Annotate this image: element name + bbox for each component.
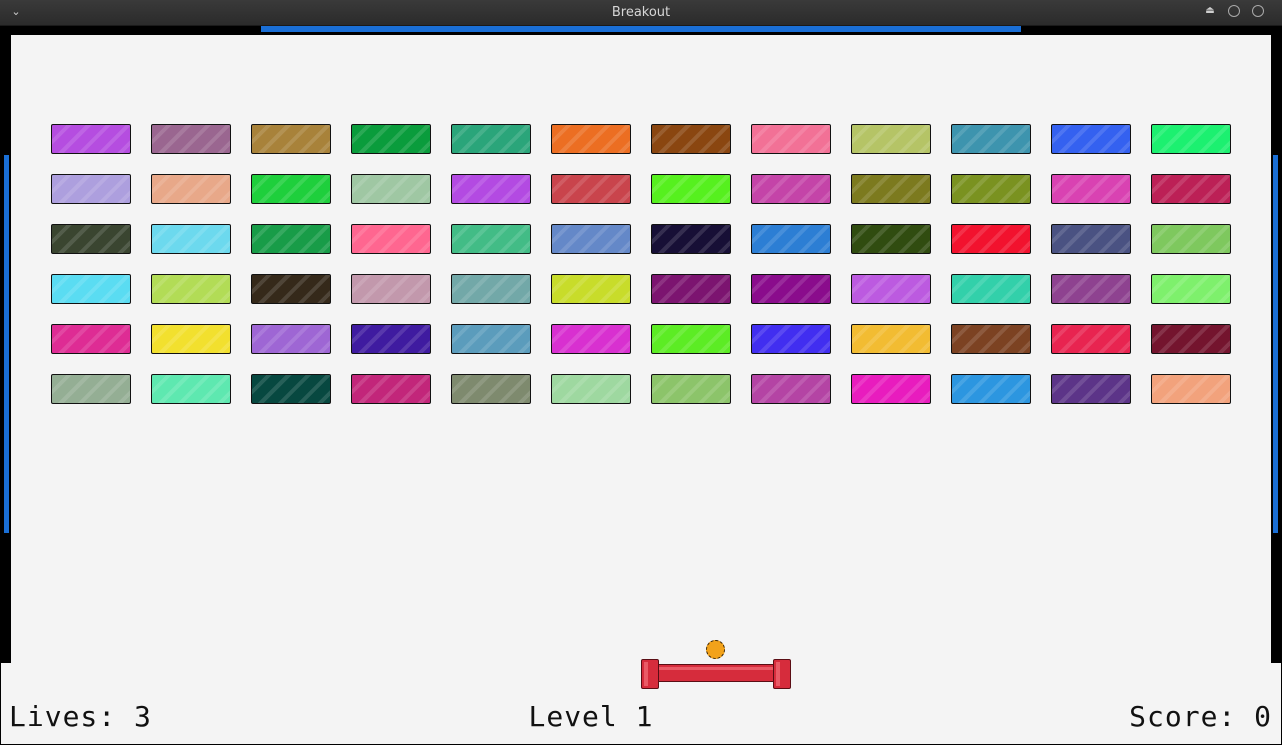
brick bbox=[1051, 374, 1131, 404]
eject-icon[interactable]: ⏏ bbox=[1204, 5, 1216, 17]
paddle-bar bbox=[655, 664, 777, 682]
brick bbox=[751, 224, 831, 254]
brick bbox=[351, 324, 431, 354]
brick bbox=[651, 124, 731, 154]
brick bbox=[851, 124, 931, 154]
brick bbox=[951, 274, 1031, 304]
brick bbox=[951, 374, 1031, 404]
brick bbox=[251, 124, 331, 154]
brick bbox=[51, 174, 131, 204]
brick bbox=[451, 324, 531, 354]
brick bbox=[451, 174, 531, 204]
brick bbox=[1051, 124, 1131, 154]
brick bbox=[51, 274, 131, 304]
brick bbox=[1051, 274, 1131, 304]
brick bbox=[351, 374, 431, 404]
brick bbox=[1151, 324, 1231, 354]
brick bbox=[851, 374, 931, 404]
left-accent-bar bbox=[4, 155, 9, 533]
top-accent-bar bbox=[261, 26, 1021, 32]
brick bbox=[51, 374, 131, 404]
brick bbox=[1051, 174, 1131, 204]
brick bbox=[151, 124, 231, 154]
right-accent-bar bbox=[1273, 155, 1278, 533]
brick bbox=[651, 274, 731, 304]
brick bbox=[751, 124, 831, 154]
window-title: Breakout bbox=[611, 5, 671, 20]
brick bbox=[51, 324, 131, 354]
brick bbox=[351, 124, 431, 154]
brick bbox=[251, 224, 331, 254]
maximize-icon[interactable] bbox=[1252, 5, 1264, 17]
brick bbox=[851, 224, 931, 254]
brick bbox=[851, 324, 931, 354]
brick bbox=[451, 374, 531, 404]
brick bbox=[651, 324, 731, 354]
ball bbox=[706, 640, 725, 659]
brick bbox=[351, 274, 431, 304]
level-indicator: Level 1 bbox=[528, 700, 654, 733]
brick bbox=[951, 324, 1031, 354]
brick bbox=[151, 324, 231, 354]
brick bbox=[1151, 174, 1231, 204]
brick bbox=[1151, 124, 1231, 154]
brick bbox=[151, 224, 231, 254]
brick bbox=[51, 124, 131, 154]
brick bbox=[751, 174, 831, 204]
brick bbox=[451, 274, 531, 304]
paddle[interactable] bbox=[641, 659, 791, 689]
brick bbox=[651, 224, 731, 254]
brick bbox=[551, 374, 631, 404]
minimize-icon[interactable] bbox=[1228, 5, 1240, 17]
brick bbox=[251, 274, 331, 304]
brick bbox=[251, 174, 331, 204]
brick bbox=[1151, 374, 1231, 404]
brick bbox=[851, 274, 931, 304]
brick bbox=[451, 124, 531, 154]
brick bbox=[751, 374, 831, 404]
brick bbox=[351, 224, 431, 254]
brick bbox=[351, 174, 431, 204]
brick bbox=[151, 174, 231, 204]
title-bar: ⌄ Breakout ⏏ bbox=[0, 0, 1282, 26]
brick bbox=[151, 374, 231, 404]
brick bbox=[151, 274, 231, 304]
brick bbox=[1051, 224, 1131, 254]
brick bbox=[251, 324, 331, 354]
paddle-right-cap bbox=[773, 659, 791, 689]
paddle-left-cap bbox=[641, 659, 659, 689]
brick bbox=[51, 224, 131, 254]
brick bbox=[551, 224, 631, 254]
brick bbox=[251, 374, 331, 404]
brick bbox=[551, 174, 631, 204]
brick bbox=[751, 324, 831, 354]
brick bbox=[451, 224, 531, 254]
score-counter: Score: 0 bbox=[1129, 700, 1272, 733]
brick bbox=[651, 374, 731, 404]
brick bbox=[951, 224, 1031, 254]
brick bbox=[1151, 274, 1231, 304]
brick bbox=[951, 124, 1031, 154]
brick bbox=[651, 174, 731, 204]
brick bbox=[1151, 224, 1231, 254]
brick bbox=[851, 174, 931, 204]
brick bbox=[551, 274, 631, 304]
brick bbox=[751, 274, 831, 304]
brick bbox=[551, 324, 631, 354]
brick bbox=[1051, 324, 1131, 354]
brick bbox=[951, 174, 1031, 204]
brick bbox=[551, 124, 631, 154]
